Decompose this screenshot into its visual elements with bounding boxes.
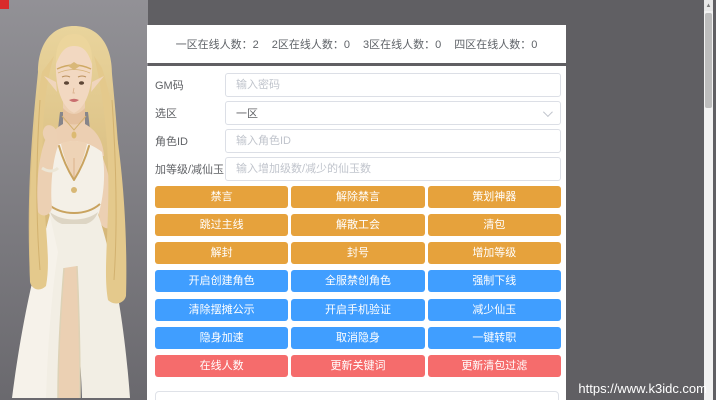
role-id-input[interactable] bbox=[225, 129, 561, 153]
online-counts-bar: 一区在线人数：2 2区在线人数：0 3区在线人数：0 四区在线人数：0 bbox=[147, 25, 566, 63]
btn-add-level[interactable]: 增加等级 bbox=[428, 242, 561, 264]
btn-ban-create-role-all[interactable]: 全服禁创角色 bbox=[291, 270, 424, 292]
btn-reduce-jade[interactable]: 减少仙玉 bbox=[428, 299, 561, 321]
scrollbar-up-button[interactable]: ▲ bbox=[704, 0, 713, 11]
button-row: 清除摆摊公示 开启手机验证 减少仙玉 bbox=[155, 299, 561, 321]
level-jade-input[interactable] bbox=[225, 157, 561, 181]
button-row: 解封 封号 增加等级 bbox=[155, 242, 561, 264]
btn-enable-create-role[interactable]: 开启创建角色 bbox=[155, 270, 288, 292]
btn-enable-phone-verify[interactable]: 开启手机验证 bbox=[291, 299, 424, 321]
btn-online-count[interactable]: 在线人数 bbox=[155, 355, 288, 377]
btn-dissolve-guild[interactable]: 解散工会 bbox=[291, 214, 424, 236]
gm-code-label: GM码 bbox=[155, 77, 225, 93]
btn-mute[interactable]: 禁言 bbox=[155, 186, 288, 208]
btn-one-key-class-change[interactable]: 一键转职 bbox=[428, 327, 561, 349]
online-count-zone2: 2区在线人数：0 bbox=[272, 36, 350, 52]
btn-skip-mainline[interactable]: 跳过主线 bbox=[155, 214, 288, 236]
btn-ban-account[interactable]: 封号 bbox=[291, 242, 424, 264]
gm-code-input[interactable] bbox=[225, 73, 561, 97]
scrollbar[interactable]: ▲ bbox=[704, 0, 713, 400]
button-row: 跳过主线 解散工会 清包 bbox=[155, 214, 561, 236]
btn-force-offline[interactable]: 强制下线 bbox=[428, 270, 561, 292]
btn-unmute[interactable]: 解除禁言 bbox=[291, 186, 424, 208]
online-count-zone1: 一区在线人数：2 bbox=[176, 36, 259, 52]
gm-form-panel: GM码 选区 一区 角色ID 加等级/减仙玉 禁言 解除禁言 策划神器 跳过主线… bbox=[147, 66, 566, 400]
watermark-url: https://www.k3idc.com bbox=[578, 381, 707, 396]
button-row: 禁言 解除禁言 策划神器 bbox=[155, 186, 561, 208]
btn-update-clear-filter[interactable]: 更新清包过滤 bbox=[428, 355, 561, 377]
online-count-zone3: 3区在线人数：0 bbox=[363, 36, 441, 52]
chevron-down-icon bbox=[543, 107, 553, 117]
btn-unban[interactable]: 解封 bbox=[155, 242, 288, 264]
btn-clear-stall-notice[interactable]: 清除摆摊公示 bbox=[155, 299, 288, 321]
btn-planner-tool[interactable]: 策划神器 bbox=[428, 186, 561, 208]
btn-update-keywords[interactable]: 更新关键词 bbox=[291, 355, 424, 377]
zone-select-value: 一区 bbox=[236, 105, 258, 121]
corner-marker bbox=[0, 0, 9, 9]
btn-stealth-speed[interactable]: 隐身加速 bbox=[155, 327, 288, 349]
field-row-zone: 选区 一区 bbox=[155, 101, 561, 125]
gm-tool-page: 一区在线人数：2 2区在线人数：0 3区在线人数：0 四区在线人数：0 GM码 … bbox=[0, 0, 716, 400]
zone-select[interactable]: 一区 bbox=[225, 101, 561, 125]
zone-label: 选区 bbox=[155, 105, 225, 121]
button-row: 隐身加速 取消隐身 一键转职 bbox=[155, 327, 561, 349]
online-count-zone4: 四区在线人数：0 bbox=[454, 36, 537, 52]
field-row-level-jade: 加等级/减仙玉 bbox=[155, 157, 561, 181]
character-artwork bbox=[0, 0, 148, 400]
level-jade-label: 加等级/减仙玉 bbox=[155, 161, 225, 177]
next-input-partial[interactable] bbox=[155, 391, 559, 400]
field-row-gm-code: GM码 bbox=[155, 73, 561, 97]
button-row: 开启创建角色 全服禁创角色 强制下线 bbox=[155, 270, 561, 292]
button-row: 在线人数 更新关键词 更新清包过滤 bbox=[155, 355, 561, 377]
scrollbar-thumb[interactable] bbox=[705, 13, 712, 108]
field-row-role-id: 角色ID bbox=[155, 129, 561, 153]
role-id-label: 角色ID bbox=[155, 133, 225, 149]
btn-cancel-stealth[interactable]: 取消隐身 bbox=[291, 327, 424, 349]
btn-clear-bag[interactable]: 清包 bbox=[428, 214, 561, 236]
